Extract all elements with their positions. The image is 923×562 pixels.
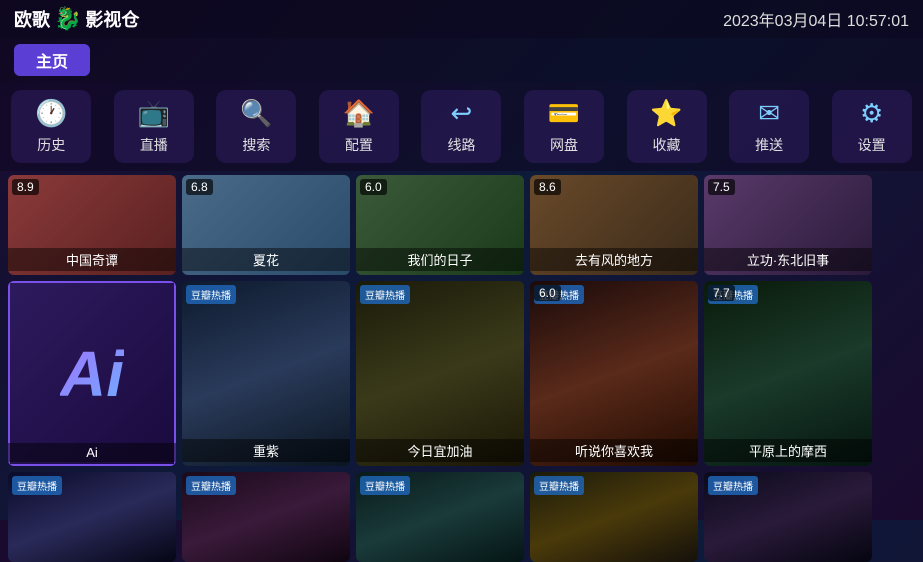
card-bot2[interactable]: 豆瓣热播 bbox=[182, 472, 350, 562]
logo-suffix: 影视仓 bbox=[85, 6, 139, 32]
config-icon: 🏠 bbox=[343, 98, 375, 129]
nav-menu: 🕐 历史 📺 直播 🔍 搜索 🏠 配置 ↩ 线路 💳 网盘 ⭐ 收藏 ✉ 推送 … bbox=[0, 82, 923, 171]
card-womenderizi[interactable]: 6.0 我们的日子 bbox=[356, 175, 524, 275]
card-zhongguoqitan[interactable]: 8.9 中国奇谭 bbox=[8, 175, 176, 275]
card-title-tingshuonixihuanwo: 听说你喜欢我 bbox=[530, 439, 698, 462]
nav-item-push[interactable]: ✉ 推送 bbox=[729, 90, 809, 163]
card-title-quyoufengdedifang: 去有风的地方 bbox=[530, 248, 698, 271]
card-title-pingyuanshangdemoxie: 平原上的摩西 bbox=[704, 439, 872, 462]
card-lifudongbeijushi[interactable]: 7.5 立功·东北旧事 bbox=[704, 175, 872, 275]
card-xiahua[interactable]: 6.8 夏花 bbox=[182, 175, 350, 275]
favorites-label: 收藏 bbox=[653, 135, 681, 155]
card-jinyiyijiayou[interactable]: 豆瓣热播 今日宜加油 bbox=[356, 281, 524, 466]
card-quyoufengdedifang[interactable]: 8.6 去有风的地方 bbox=[530, 175, 698, 275]
nav-item-search[interactable]: 🔍 搜索 bbox=[216, 90, 296, 163]
doupiao-badge-bot3: 豆瓣热播 bbox=[360, 476, 410, 495]
card-bot4[interactable]: 豆瓣热播 bbox=[530, 472, 698, 562]
push-icon: ✉ bbox=[758, 98, 780, 129]
settings-icon: ⚙ bbox=[860, 98, 883, 129]
live-icon: 📺 bbox=[138, 98, 170, 129]
nav-item-favorites[interactable]: ⭐ 收藏 bbox=[627, 90, 707, 163]
home-bar: 主页 bbox=[0, 38, 923, 82]
mid-row: Ai Ai 豆瓣热播 重紫 豆瓣热播 今日宜加油 豆瓣热播 6.0 听说你喜欢我… bbox=[8, 281, 915, 466]
card-tingshuonixihuanwo[interactable]: 豆瓣热播 6.0 听说你喜欢我 bbox=[530, 281, 698, 466]
logo: 欧歌 🐉 影视仓 bbox=[14, 6, 139, 32]
home-button[interactable]: 主页 bbox=[14, 44, 90, 76]
card-chongzi[interactable]: 豆瓣热播 重紫 bbox=[182, 281, 350, 466]
card-bot3[interactable]: 豆瓣热播 bbox=[356, 472, 524, 562]
logo-text: 欧歌 bbox=[14, 6, 50, 32]
nav-item-history[interactable]: 🕐 历史 bbox=[11, 90, 91, 163]
card-title-zhongguoqitan: 中国奇谭 bbox=[8, 248, 176, 271]
card-ai[interactable]: Ai Ai bbox=[8, 281, 176, 466]
card-title-chongzi: 重紫 bbox=[182, 439, 350, 462]
score-badge-womenderizi: 6.0 bbox=[360, 179, 387, 195]
score-badge-xiahua: 6.8 bbox=[186, 179, 213, 195]
doupiao-badge-bot5: 豆瓣热播 bbox=[708, 476, 758, 495]
top-row: 8.9 中国奇谭 6.8 夏花 6.0 我们的日子 8.6 去有风的地方 7.5… bbox=[8, 175, 915, 275]
score-badge-quyoufengdedifang: 8.6 bbox=[534, 179, 561, 195]
nav-item-settings[interactable]: ⚙ 设置 bbox=[832, 90, 912, 163]
card-title-womenderizi: 我们的日子 bbox=[356, 248, 524, 271]
doupiao-badge-bot4: 豆瓣热播 bbox=[534, 476, 584, 495]
doupiao-badge-bot1: 豆瓣热播 bbox=[12, 476, 62, 495]
search-icon: 🔍 bbox=[240, 98, 272, 129]
card-title-ai: Ai bbox=[8, 443, 176, 462]
doupiao-badge-chongzi: 豆瓣热播 bbox=[186, 285, 236, 304]
search-label: 搜索 bbox=[242, 135, 270, 155]
bot-row: 豆瓣热播 豆瓣热播 豆瓣热播 豆瓣热播 豆瓣热播 bbox=[8, 472, 915, 562]
score-badge-zhongguoqitan: 8.9 bbox=[12, 179, 39, 195]
logo-icon: 🐉 bbox=[54, 6, 81, 32]
score-badge-pingyuanshangdemoxie: 7.7 bbox=[708, 285, 735, 301]
netdisk-label: 网盘 bbox=[550, 135, 578, 155]
card-pingyuanshangdemoxie[interactable]: 豆瓣热播 7.7 平原上的摩西 bbox=[704, 281, 872, 466]
settings-label: 设置 bbox=[858, 135, 886, 155]
card-title-lifudongbeijushi: 立功·东北旧事 bbox=[704, 248, 872, 271]
netdisk-icon: 💳 bbox=[548, 98, 580, 129]
route-label: 线路 bbox=[447, 135, 475, 155]
config-label: 配置 bbox=[345, 135, 373, 155]
ai-text: Ai bbox=[60, 337, 124, 411]
nav-item-config[interactable]: 🏠 配置 bbox=[319, 90, 399, 163]
history-label: 历史 bbox=[37, 135, 65, 155]
card-bot1[interactable]: 豆瓣热播 bbox=[8, 472, 176, 562]
doupiao-badge-jinyiyijiayou: 豆瓣热播 bbox=[360, 285, 410, 304]
nav-item-live[interactable]: 📺 直播 bbox=[114, 90, 194, 163]
doupiao-badge-bot2: 豆瓣热播 bbox=[186, 476, 236, 495]
push-label: 推送 bbox=[755, 135, 783, 155]
live-label: 直播 bbox=[140, 135, 168, 155]
card-title-jinyiyijiayou: 今日宜加油 bbox=[356, 439, 524, 462]
header: 欧歌 🐉 影视仓 2023年03月04日 10:57:01 bbox=[0, 0, 923, 38]
score-badge-tingshuonixihuanwo: 6.0 bbox=[534, 285, 561, 301]
content: 8.9 中国奇谭 6.8 夏花 6.0 我们的日子 8.6 去有风的地方 7.5… bbox=[0, 171, 923, 562]
history-icon: 🕐 bbox=[35, 98, 67, 129]
datetime: 2023年03月04日 10:57:01 bbox=[723, 7, 909, 31]
nav-item-netdisk[interactable]: 💳 网盘 bbox=[524, 90, 604, 163]
nav-item-route[interactable]: ↩ 线路 bbox=[421, 90, 501, 163]
route-icon: ↩ bbox=[451, 98, 473, 129]
card-title-xiahua: 夏花 bbox=[182, 248, 350, 271]
score-badge-lifudongbeijushi: 7.5 bbox=[708, 179, 735, 195]
favorites-icon: ⭐ bbox=[650, 98, 682, 129]
card-bot5[interactable]: 豆瓣热播 bbox=[704, 472, 872, 562]
